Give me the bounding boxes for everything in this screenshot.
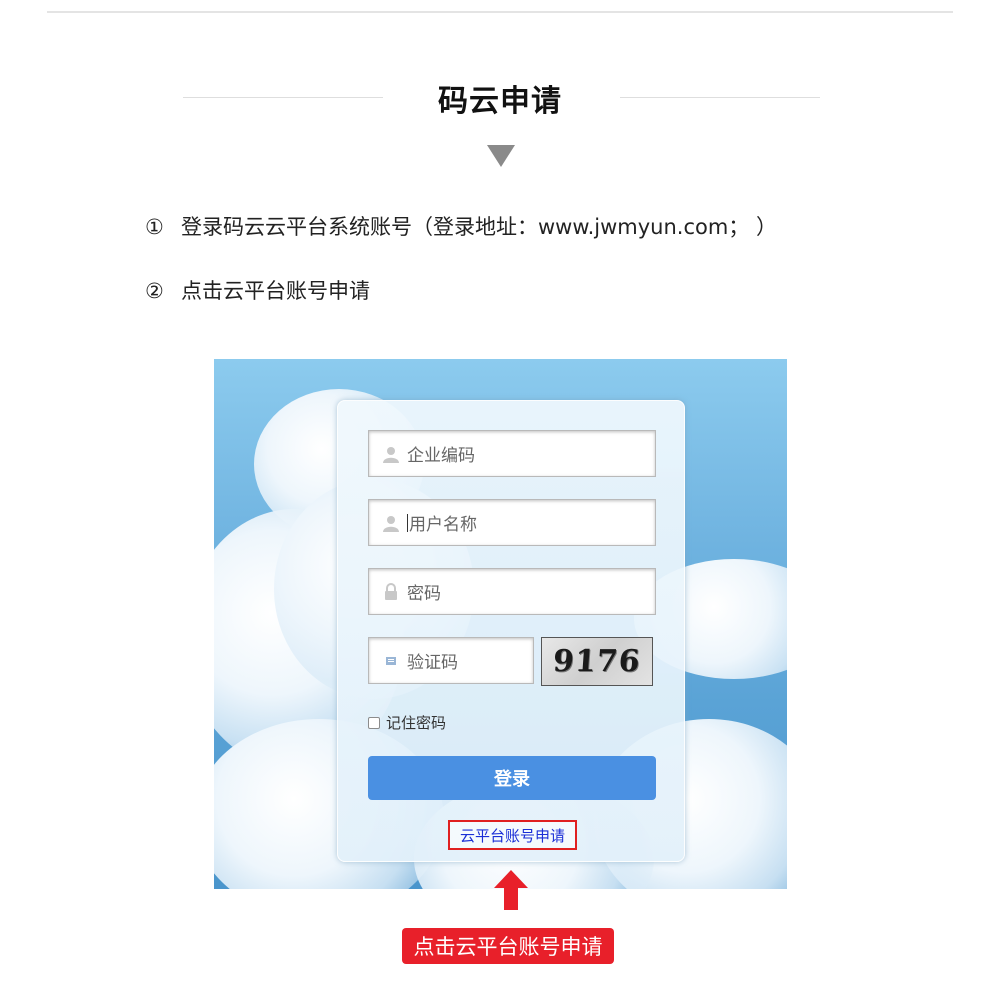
company-code-placeholder: 企业编码 (407, 446, 475, 466)
step-1-number: ① (145, 215, 164, 239)
callout-label: 点击云平台账号申请 (402, 928, 614, 964)
lock-icon (381, 582, 401, 602)
step-2: ② 点击云平台账号申请 (145, 275, 370, 305)
password-placeholder: 密码 (407, 584, 441, 604)
captcha-field[interactable]: 验证码 (368, 637, 534, 684)
username-field[interactable]: 用户名称 (368, 499, 656, 546)
section-heading: 码云申请 (0, 74, 1000, 119)
account-apply-link[interactable]: 云平台账号申请 (448, 820, 577, 850)
captcha-icon (381, 651, 401, 671)
captcha-code: 9176 (552, 644, 642, 679)
step-2-text: 点击云平台账号申请 (181, 279, 370, 303)
login-screenshot: 企业编码 用户名称 密码 验证码 9176 记住密码 登录 云平台账号申请 (214, 359, 787, 889)
login-button[interactable]: 登录 (368, 756, 656, 800)
login-card: 企业编码 用户名称 密码 验证码 9176 记住密码 登录 云平台账号申请 (337, 400, 685, 862)
step-1-text: 登录码云云平台系统账号（登录地址：www.jwmyun.com； ） (181, 215, 777, 239)
user-icon (381, 444, 401, 464)
captcha-image[interactable]: 9176 (541, 637, 653, 686)
captcha-placeholder: 验证码 (407, 653, 458, 673)
company-code-field[interactable]: 企业编码 (368, 430, 656, 477)
text-cursor (407, 513, 408, 532)
page-title: 码云申请 (438, 84, 562, 119)
remember-checkbox[interactable] (368, 716, 380, 729)
red-up-arrow-icon (494, 870, 528, 910)
top-divider (47, 11, 953, 13)
heading-rule-right (620, 97, 820, 98)
password-field[interactable]: 密码 (368, 568, 656, 615)
step-2-number: ② (145, 279, 164, 303)
username-placeholder: 用户名称 (409, 515, 477, 535)
remember-password[interactable]: 记住密码 (368, 712, 446, 733)
down-triangle-icon (487, 145, 515, 167)
remember-label: 记住密码 (386, 714, 447, 732)
user-icon (381, 513, 401, 533)
step-1: ① 登录码云云平台系统账号（登录地址：www.jwmyun.com； ） (145, 211, 777, 241)
